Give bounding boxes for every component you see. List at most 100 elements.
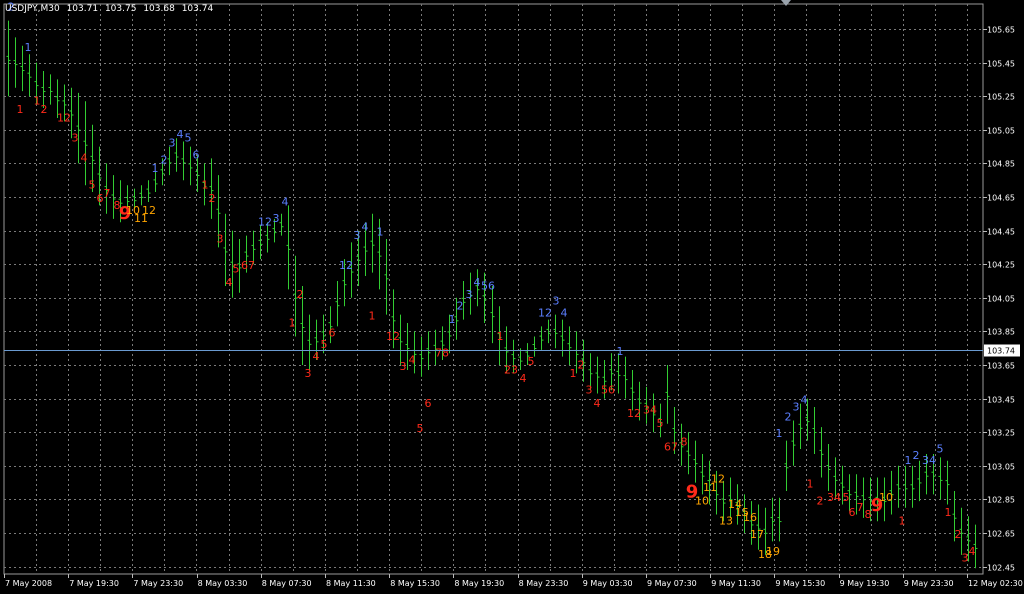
wave-count-label: 7 xyxy=(857,501,864,514)
wave-count-label: 5 xyxy=(937,442,944,455)
y-tick-label: 105.05 xyxy=(987,127,1015,136)
wave-count-label: 4 xyxy=(81,152,88,165)
wave-count-label: 34 xyxy=(827,491,841,504)
wave-count-label: 1 xyxy=(807,478,814,491)
time-axis: 7 May 2008 7 May 19:30 7 May 23:30 8 May 03… xyxy=(4,574,1023,588)
wave-count-label: 5 xyxy=(89,179,96,192)
symbol-timeframe: USDJPY,M30 xyxy=(5,4,60,14)
wave-count-label: 1 xyxy=(570,367,577,380)
wave-count-label: 5 xyxy=(657,417,664,430)
wave-count-label: 2 xyxy=(955,528,962,541)
ohlc-high: 103.75 xyxy=(104,4,137,14)
y-tick-label: 105.25 xyxy=(987,93,1015,102)
wave-count-label: 3 xyxy=(586,384,593,397)
y-tick-label: 104.65 xyxy=(987,194,1015,203)
wave-count-label: 12 xyxy=(386,330,400,343)
price-bars xyxy=(6,20,978,569)
wave-count-label: 3 xyxy=(962,552,969,565)
wave-count-label: 5 xyxy=(843,491,850,504)
wave-count-label: 4 xyxy=(561,306,568,319)
wave-count-label: 1 xyxy=(945,506,952,519)
y-tick-label: 104.85 xyxy=(987,160,1015,169)
wave-count-label: 4 xyxy=(520,372,527,385)
wave-count-label: 23 xyxy=(504,363,518,376)
wave-count-label: 1 xyxy=(497,330,504,343)
wave-count-label: 1 xyxy=(289,316,296,329)
y-tick-label: 103.65 xyxy=(987,362,1015,371)
wave-count-label: 10 xyxy=(695,494,709,507)
wave-count-label: 7 xyxy=(104,187,111,200)
wave-count-label: 19 xyxy=(766,545,780,558)
price-axis: 105.65 105.45 105.25 105.05 104.85 104.65 104.… xyxy=(983,26,1015,573)
wave-count-label: 3 xyxy=(553,295,560,308)
price-chart[interactable]: 21112123456 78910 12111234 5612345 6712 34213… xyxy=(0,0,1024,594)
wave-count-label: 78 xyxy=(435,347,449,360)
wave-count-label: 5 xyxy=(528,355,535,368)
y-tick-label: 103.05 xyxy=(987,463,1015,472)
wave-count-label: 2 xyxy=(785,410,792,423)
x-tick-label: 8 May 03:30 xyxy=(198,579,248,588)
wave-count-label: 6 xyxy=(97,192,104,205)
wave-count-label: 2 xyxy=(578,358,585,371)
wave-count-label: 67 xyxy=(664,441,678,454)
y-tick-label: 103.25 xyxy=(987,429,1015,438)
wave-count-label: 4 xyxy=(177,128,184,141)
x-tick-label: 8 May 19:30 xyxy=(454,579,504,588)
wave-count-label: 3 xyxy=(169,137,176,150)
wave-count-label: 5 xyxy=(185,132,192,145)
wave-count-label: 17 xyxy=(750,528,764,541)
wave-count-label: 12 xyxy=(711,473,725,486)
y-tick-label: 103.85 xyxy=(987,328,1015,337)
wave-count-label: 1 xyxy=(25,41,32,54)
current-price-label: 103.74 xyxy=(987,347,1015,356)
wave-count-label: 16 xyxy=(743,511,757,524)
wave-count-label: 4 xyxy=(226,276,233,289)
x-tick-label: 9 May 07:30 xyxy=(647,579,697,588)
wave-count-label: 34 xyxy=(922,454,936,467)
wave-count-label: 1 xyxy=(369,310,376,323)
wave-count-label: 1 xyxy=(17,103,24,116)
wave-count-label: 3 xyxy=(217,232,224,245)
chart-shift-marker-icon[interactable] xyxy=(781,0,791,6)
x-tick-label: 8 May 11:30 xyxy=(326,579,376,588)
wave-count-label: 3 xyxy=(72,132,79,145)
x-tick-label: 7 May 19:30 xyxy=(69,579,119,588)
wave-count-label: 4 xyxy=(474,276,481,289)
wave-count-label: 56 xyxy=(601,384,615,397)
wave-count-label: 6 xyxy=(193,148,200,161)
ohlc-low: 103.68 xyxy=(143,4,175,14)
x-tick-label: 9 May 11:30 xyxy=(711,579,761,588)
wave-count-label: 1 xyxy=(449,313,456,326)
wave-count-label: 6 xyxy=(849,506,856,519)
wave-count-label: 67 xyxy=(241,259,255,272)
y-tick-label: 102.45 xyxy=(987,564,1015,573)
wave-count-label: 2 xyxy=(297,288,304,301)
wave-count-label: 12 xyxy=(57,111,71,124)
wave-count-label: 3 xyxy=(793,400,800,413)
x-tick-label: 12 May 02:30 xyxy=(968,579,1023,588)
x-tick-label: 8 May 07:30 xyxy=(262,579,312,588)
wave-count-label: 4 xyxy=(801,394,808,407)
ohlc-close: 103.74 xyxy=(181,4,214,14)
wave-count-label: 6 xyxy=(425,397,432,410)
wave-count-label: 4 xyxy=(969,545,976,558)
wave-count-label: 4 xyxy=(594,397,601,410)
wave-count-label: 12 xyxy=(538,306,552,319)
wave-count-label: 3 xyxy=(273,212,280,225)
wave-count-label: 5 xyxy=(321,338,328,351)
wave-count-label: 1 xyxy=(776,427,783,440)
y-tick-label: 103.45 xyxy=(987,396,1015,405)
wave-count-label: 3 xyxy=(354,229,361,242)
wave-labels: 21112123456 78910 12111234 5612345 6712 34213… xyxy=(8,1,976,565)
wave-count-label: 1 xyxy=(905,454,912,467)
wave-count-label: 8 xyxy=(681,436,688,449)
x-tick-label: 9 May 15:30 xyxy=(775,579,825,588)
wave-count-label: 12 xyxy=(339,259,353,272)
wave-count-label: 1 xyxy=(202,179,209,192)
wave-count-label: 4 xyxy=(282,195,289,208)
wave-count-label: 2 xyxy=(817,494,824,507)
y-tick-label: 102.85 xyxy=(987,496,1015,505)
x-tick-label: 9 May 23:30 xyxy=(904,579,954,588)
wave-count-label: 2 xyxy=(913,449,920,462)
wave-count-label: 12 xyxy=(627,407,641,420)
